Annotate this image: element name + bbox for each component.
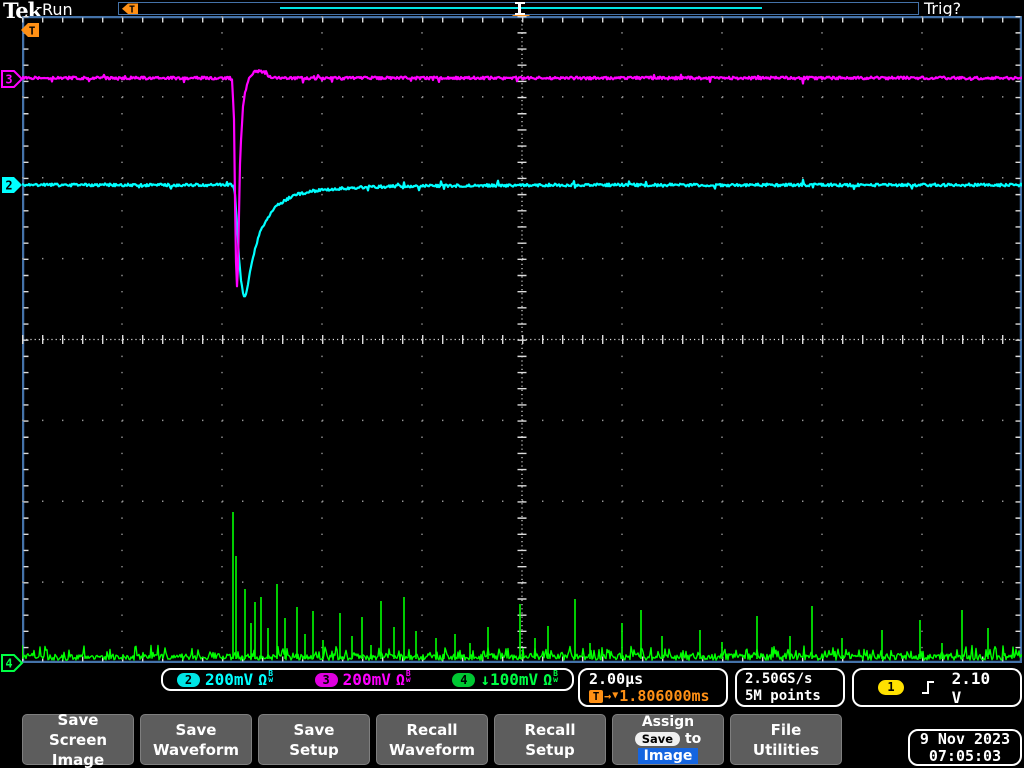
channel-4-badge: 4: [452, 672, 476, 687]
assign-save-to-image-button[interactable]: Assign Save to Image: [612, 714, 724, 765]
horizontal-readout-box: 2.00µs T → ▼ 1.806000ms: [578, 668, 728, 707]
trigger-level: 2.10 V: [951, 668, 991, 707]
save-setup-button[interactable]: Save Setup: [258, 714, 370, 765]
svg-text:4: 4: [5, 657, 12, 671]
impedance-bandwidth-icon: Ω Bw: [258, 668, 274, 689]
channel-readouts-box: 2 200mV Ω Bw 3 200mV Ω Bw 4 ↓100mV Ω Bw: [161, 668, 574, 691]
save-screen-image-button[interactable]: Save Screen Image: [22, 711, 134, 768]
channel-2-scale: 200mV: [205, 670, 254, 689]
date-text: 9 Nov 2023: [919, 729, 1011, 748]
time-text: 07:05:03: [928, 746, 1002, 765]
expansion-point-icon: [515, 2, 525, 15]
delay-readout: T → ▼ 1.806000ms: [589, 688, 726, 704]
rising-edge-icon: [922, 681, 934, 694]
oscilloscope-screen: Tek Run Trig? T T 3 2 4 2 200mV Ω B w 3 …: [0, 0, 1024, 768]
channel-3-badge: 3: [314, 672, 338, 687]
svg-text:T: T: [129, 5, 135, 16]
ch2-marker: 2: [2, 177, 22, 193]
trigger-source-badge: 1: [878, 680, 904, 695]
channel-2-readout: 2 200mV Ω Bw: [177, 668, 274, 689]
channel-2-badge: 2: [177, 672, 200, 687]
datetime-box: 9 Nov 2023 07:05:03: [908, 729, 1022, 766]
channel-3-readout: 3 200mV Ω Bw: [314, 668, 411, 689]
ch4-marker: 4: [1, 654, 24, 672]
record-view-bar: T: [118, 2, 919, 15]
channel-4-scale: ↓100mV: [480, 670, 539, 689]
assign-target-value: Image: [637, 748, 699, 764]
sample-rate: 2.50GS/s: [745, 671, 813, 687]
delay-value: 1.806000ms: [619, 687, 710, 705]
channel-4-readout: 4 ↓100mV Ω Bw: [452, 668, 558, 689]
pointer-icon: ▼: [612, 690, 619, 701]
record-length: 5M points: [745, 688, 821, 704]
arrow-icon: →: [604, 689, 612, 703]
timebase-scale: 2.00µs: [589, 670, 644, 688]
save-waveform-button[interactable]: Save Waveform: [140, 714, 252, 765]
trigger-readout-box: 1 2.10 V: [852, 668, 1022, 707]
impedance-bandwidth-icon: Ω Bw: [395, 668, 411, 689]
waveform-display: [22, 16, 1022, 663]
channel-3-scale: 200mV: [342, 670, 391, 689]
svg-text:2: 2: [5, 179, 12, 193]
recall-setup-button[interactable]: Recall Setup: [494, 714, 606, 765]
file-utilities-button[interactable]: File Utilities: [730, 714, 842, 765]
svg-text:3: 3: [5, 73, 12, 87]
impedance-bandwidth-icon: Ω Bw: [543, 668, 558, 689]
acquisition-readout-box: 2.50GS/s 5M points: [735, 668, 845, 707]
save-pill-badge: Save: [634, 731, 681, 746]
ch3-marker: 3: [1, 70, 24, 88]
recall-waveform-button[interactable]: Recall Waveform: [376, 714, 488, 765]
record-trigger-flag-icon: T: [122, 3, 138, 16]
delay-marker-icon: T: [589, 689, 603, 703]
